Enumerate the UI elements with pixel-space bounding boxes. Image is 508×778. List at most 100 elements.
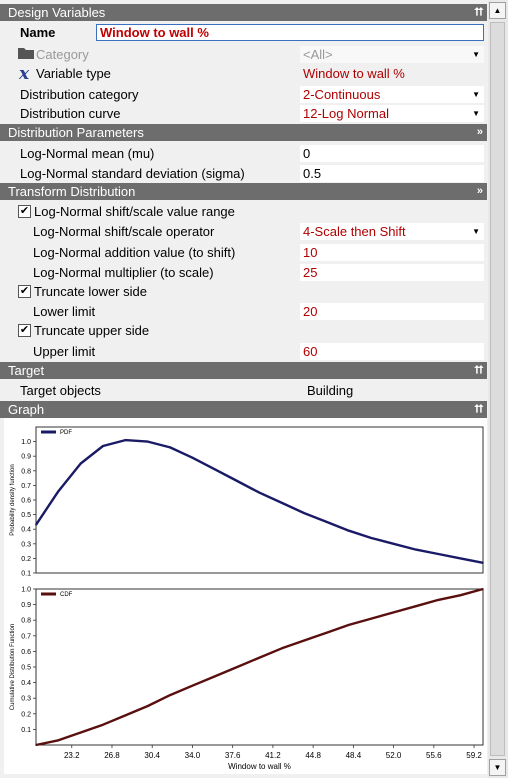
x-tick-label: 34.0 (185, 751, 201, 760)
section-graph[interactable]: Graph ⮅ (0, 401, 487, 418)
scrollbar-thumb[interactable] (490, 22, 505, 756)
vertical-scrollbar[interactable]: ▲ ▼ (488, 0, 508, 778)
distribution-charts: 0.1 0.2 0.3 0.4 0.5 0.6 0.7 0.8 0.9 1.0 Probabilit… (10, 426, 484, 771)
y-tick-label: 0.2 (21, 711, 31, 718)
category-select[interactable]: <All> ▼ (300, 46, 484, 63)
section-distribution-parameters[interactable]: Distribution Parameters » (0, 124, 487, 141)
x-tick-label: 59.2 (466, 751, 482, 760)
distribution-curve-value: 12-Log Normal (303, 106, 389, 121)
row-mean[interactable]: Log-Normal mean (mu) 0 (0, 144, 487, 164)
mean-input[interactable]: 0 (300, 145, 484, 162)
variable-x-icon: x (19, 64, 30, 84)
chevron-up-icon[interactable]: ⮅ (474, 401, 483, 418)
chevron-down-icon[interactable]: » (477, 124, 483, 141)
name-label: Name (20, 25, 56, 40)
section-target[interactable]: Target ⮅ (0, 362, 487, 379)
distribution-category-select[interactable]: 2-Continuous ▼ (300, 86, 484, 103)
chevron-up-icon[interactable]: ⮅ (474, 362, 483, 379)
data-point (303, 639, 306, 642)
chevron-down-icon[interactable]: » (477, 183, 483, 200)
row-sigma[interactable]: Log-Normal standard deviation (sigma) 0.… (0, 164, 487, 184)
upper-limit-input[interactable]: 60 (300, 343, 484, 360)
data-point (236, 480, 238, 482)
section-title: Graph (8, 402, 45, 417)
row-multiplier[interactable]: Log-Normal multiplier (to scale) 25 (0, 263, 487, 283)
target-objects-label: Target objects (20, 383, 101, 398)
y-tick-label: 0.6 (21, 649, 31, 656)
y-tick-label: 0.8 (21, 618, 31, 625)
y-tick-label: 0.8 (21, 468, 31, 475)
upper-limit-label: Upper limit (33, 344, 96, 359)
y-tick-label: 0.4 (21, 527, 31, 534)
truncate-upper-checkbox[interactable]: ✔ (18, 324, 31, 337)
section-transform-distribution[interactable]: Transform Distribution » (0, 183, 487, 200)
y-axis-label: Cumulative Distribution Function (10, 624, 16, 710)
x-tick-label: 30.4 (144, 751, 160, 760)
row-target-objects[interactable]: Target objects Building (0, 381, 487, 401)
chevron-down-icon: ▼ (472, 227, 480, 236)
data-point (370, 537, 373, 539)
row-addition[interactable]: Log-Normal addition value (to shift) 10 (0, 243, 487, 263)
chevron-up-icon[interactable]: ⮅ (474, 4, 483, 21)
x-tick-label: 48.4 (346, 751, 362, 760)
multiplier-label: Log-Normal multiplier (to scale) (33, 265, 214, 280)
row-variable-type[interactable]: x Variable type Window to wall % (0, 64, 487, 84)
data-point (57, 739, 60, 742)
section-design-variables[interactable]: Design Variables ⮅ (0, 4, 487, 21)
row-upper-limit[interactable]: Upper limit 60 (0, 342, 487, 362)
lower-limit-input[interactable]: 20 (300, 303, 484, 320)
truncate-lower-label: Truncate lower side (34, 284, 147, 299)
truncate-lower-checkbox[interactable]: ✔ (18, 285, 31, 298)
data-point (35, 524, 37, 526)
x-tick-label: 52.0 (386, 751, 402, 760)
addition-input[interactable]: 10 (300, 244, 484, 261)
y-tick-label: 0.7 (21, 483, 31, 490)
operator-select[interactable]: 4-Scale then Shift ▼ (300, 223, 484, 240)
data-point (459, 557, 462, 560)
y-tick-label: 0.3 (21, 696, 31, 703)
chevron-down-icon: ▼ (472, 90, 480, 99)
row-distribution-category[interactable]: Distribution category 2-Continuous ▼ (0, 85, 487, 105)
data-point (281, 502, 283, 504)
shift-scale-checkbox[interactable]: ✔ (18, 205, 31, 218)
y-tick-label: 0.5 (21, 512, 31, 519)
sigma-input[interactable]: 0.5 (300, 165, 484, 182)
target-objects-value[interactable]: Building (304, 382, 488, 399)
data-point (303, 512, 306, 514)
x-tick-label: 37.6 (225, 751, 241, 760)
row-lower-limit[interactable]: Lower limit 20 (0, 302, 487, 322)
row-category[interactable]: Category <All> ▼ (0, 45, 487, 65)
distribution-curve-select[interactable]: 12-Log Normal ▼ (300, 105, 484, 122)
multiplier-input[interactable]: 25 (300, 264, 484, 281)
variable-type-value[interactable]: Window to wall % (300, 65, 484, 82)
chevron-down-icon: ▼ (472, 50, 480, 59)
data-point (124, 439, 127, 441)
y-tick-label: 0.1 (21, 571, 31, 578)
data-point (392, 543, 395, 545)
name-input[interactable]: Window to wall % (96, 24, 484, 41)
scroll-down-icon[interactable]: ▼ (489, 759, 506, 776)
distribution-curve-label: Distribution curve (20, 106, 121, 121)
row-operator[interactable]: Log-Normal shift/scale operator 4-Scale … (0, 222, 487, 242)
truncate-upper-label: Truncate upper side (34, 323, 150, 338)
chart-pdf: 0.1 0.2 0.3 0.4 0.5 0.6 0.7 0.8 0.9 1.0 Probabilit… (10, 426, 484, 578)
data-point (370, 617, 373, 620)
data-point (348, 624, 350, 626)
data-point (169, 694, 171, 696)
data-point (437, 553, 440, 555)
data-point (169, 446, 171, 449)
row-distribution-curve[interactable]: Distribution curve 12-Log Normal ▼ (0, 104, 487, 124)
row-truncate-lower[interactable]: ✔ Truncate lower side (0, 282, 487, 302)
y-tick-label: 0.3 (21, 541, 31, 548)
x-tick-label: 23.2 (64, 751, 80, 760)
y-tick-label: 0.6 (21, 498, 31, 505)
data-point (102, 723, 104, 726)
y-tick-label: 1.0 (21, 439, 31, 446)
x-tick-label: 55.6 (426, 751, 442, 760)
row-shift-scale[interactable]: ✔ Log-Normal shift/scale value range (0, 202, 487, 222)
row-truncate-upper[interactable]: ✔ Truncate upper side (0, 321, 487, 341)
section-title: Transform Distribution (8, 184, 136, 199)
data-point (415, 548, 417, 551)
section-title: Target (8, 363, 45, 378)
scroll-up-icon[interactable]: ▲ (489, 2, 506, 19)
